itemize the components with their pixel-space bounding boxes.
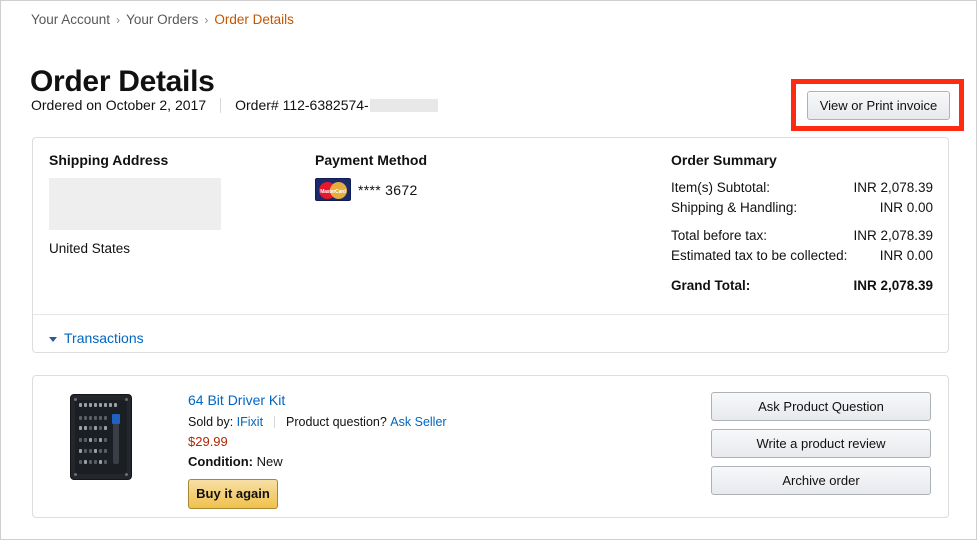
summary-label: Item(s) Subtotal: xyxy=(671,180,771,195)
product-info: 64 Bit Driver Kit Sold by: IFixit Produc… xyxy=(188,392,608,509)
seller-row-divider xyxy=(274,415,276,428)
payment-card-row: MasterCard **** 3672 xyxy=(315,178,615,201)
panel-divider xyxy=(33,314,948,315)
transactions-label: Transactions xyxy=(64,330,144,346)
transactions-toggle[interactable]: Transactions xyxy=(49,330,144,346)
payment-method-section: Payment Method MasterCard **** 3672 xyxy=(315,153,615,201)
summary-value: INR 0.00 xyxy=(879,247,933,263)
condition-value: New xyxy=(256,453,283,469)
summary-row-subtotal: Item(s) Subtotal: INR 2,078.39 xyxy=(671,178,933,198)
screenshot-frame: Your Account › Your Orders › Order Detai… xyxy=(0,0,977,540)
page-title: Order Details xyxy=(30,65,215,99)
mastercard-wordmark: MasterCard xyxy=(320,189,346,195)
summary-row-shipping: Shipping & Handling: INR 0.00 xyxy=(671,198,933,218)
order-meta: Ordered on October 2, 2017 Order# 112-63… xyxy=(31,97,438,113)
product-condition: Condition: New xyxy=(188,454,608,469)
driver-kit-tray xyxy=(75,400,127,474)
summary-label: Grand Total: xyxy=(671,278,751,294)
order-number-redaction xyxy=(369,98,438,112)
order-summary-panel: Shipping Address United States Payment M… xyxy=(32,137,949,353)
summary-value: INR 0.00 xyxy=(879,199,933,215)
card-last-four: **** 3672 xyxy=(358,181,418,198)
mastercard-icon: MasterCard xyxy=(315,178,351,201)
shipping-address-heading: Shipping Address xyxy=(49,152,169,168)
shipping-address-section: Shipping Address United States xyxy=(49,153,299,258)
ask-seller-link[interactable]: Ask Seller xyxy=(390,415,446,429)
seller-link[interactable]: IFixit xyxy=(237,415,263,429)
summary-value: INR 2,078.39 xyxy=(853,278,933,294)
product-price: $29.99 xyxy=(188,433,228,449)
view-or-print-invoice-button[interactable]: View or Print invoice xyxy=(807,91,950,120)
breadcrumb-item-your-orders[interactable]: Your Orders xyxy=(126,12,198,27)
summary-row-grand-total: Grand Total: INR 2,078.39 xyxy=(671,276,933,296)
buy-it-again-button[interactable]: Buy it again xyxy=(188,478,278,509)
ask-product-question-button[interactable]: Ask Product Question xyxy=(711,392,931,421)
product-thumbnail[interactable] xyxy=(70,394,132,480)
archive-order-button[interactable]: Archive order xyxy=(711,466,931,495)
breadcrumb-separator-icon: › xyxy=(204,12,209,27)
condition-label: Condition: xyxy=(188,453,253,469)
shipping-address-redaction xyxy=(49,178,221,230)
breadcrumb: Your Account › Your Orders › Order Detai… xyxy=(31,12,294,27)
meta-divider xyxy=(220,97,222,113)
sold-by-label: Sold by: xyxy=(188,414,234,429)
shipping-country: United States xyxy=(49,241,131,256)
order-summary-section: Order Summary Item(s) Subtotal: INR 2,07… xyxy=(671,153,933,296)
summary-row-total-before-tax: Total before tax: INR 2,078.39 xyxy=(671,226,933,246)
driver-kit-case-image xyxy=(70,394,132,480)
order-number: Order# 112-6382574- xyxy=(235,97,369,113)
write-product-review-button[interactable]: Write a product review xyxy=(711,429,931,458)
chevron-down-icon xyxy=(49,336,57,342)
product-seller-row: Sold by: IFixit Product question? Ask Se… xyxy=(188,415,608,429)
item-action-buttons: Ask Product Question Write a product rev… xyxy=(711,392,931,495)
summary-value: INR 2,078.39 xyxy=(853,180,933,195)
summary-label: Estimated tax to be collected: xyxy=(671,247,848,263)
payment-method-heading: Payment Method xyxy=(315,152,428,168)
order-item-panel: 64 Bit Driver Kit Sold by: IFixit Produc… xyxy=(32,375,949,518)
breadcrumb-item-order-details: Order Details xyxy=(214,12,294,27)
summary-row-estimated-tax: Estimated tax to be collected: INR 0.00 xyxy=(671,246,933,266)
summary-value: INR 2,078.39 xyxy=(853,228,933,244)
order-summary-heading: Order Summary xyxy=(671,152,777,168)
breadcrumb-item-your-account[interactable]: Your Account xyxy=(31,12,110,27)
product-title-link[interactable]: 64 Bit Driver Kit xyxy=(188,392,608,409)
driver-blue-cap xyxy=(112,414,120,424)
breadcrumb-separator-icon: › xyxy=(116,12,121,27)
product-question-label: Product question? xyxy=(286,414,387,429)
order-date: Ordered on October 2, 2017 xyxy=(31,97,207,113)
summary-label: Shipping & Handling: xyxy=(671,199,798,215)
summary-label: Total before tax: xyxy=(671,228,768,244)
